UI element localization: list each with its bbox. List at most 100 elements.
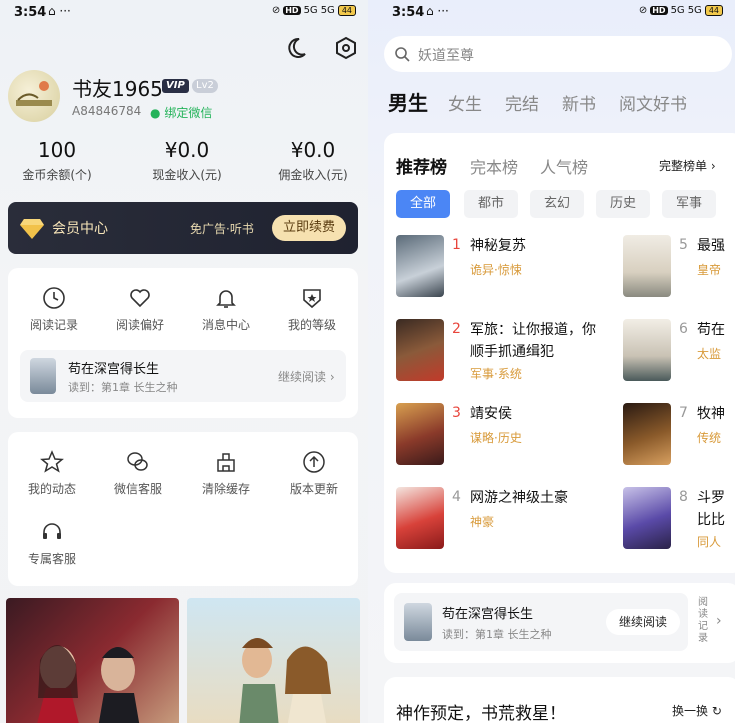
rank-item[interactable]: 6 苟在 太监 [623, 319, 735, 389]
book-cover [396, 403, 444, 465]
diamond-icon [20, 219, 44, 239]
tab-female[interactable]: 女生 [448, 90, 482, 115]
continue-reading-bar[interactable]: 苟在深宫得长生 读到：第1章 长生之种 继续阅读 › [20, 350, 346, 402]
wechat-service-label: 微信客服 [113, 482, 162, 496]
continue-reading-button[interactable]: 继续阅读 › [278, 368, 335, 385]
version-update-item[interactable]: 版本更新 [274, 450, 354, 497]
exclusive-service-label: 专属客服 [27, 552, 76, 566]
chip-fantasy[interactable]: 玄幻 [530, 190, 585, 218]
commission-income[interactable]: ¥0.0 佣金收入(元) [258, 138, 368, 183]
reading-preference-label: 阅读偏好 [115, 318, 164, 332]
renew-button[interactable]: 立即续费 [272, 215, 346, 241]
book-cover [623, 487, 671, 549]
tools-menu-card: 我的动态 微信客服 清除缓存 版本更新 专属客服 [8, 432, 358, 586]
rank-item[interactable]: 2 军旅：让你报道，你顺手抓通缉犯 军事·系统 [396, 319, 606, 389]
continue-book-title: 苟在深宫得长生 [68, 362, 160, 377]
book-tag: 皇帝 [697, 263, 722, 277]
mute-icon: ⊘ [271, 5, 281, 16]
rank-tab-complete[interactable]: 完本榜 [470, 154, 518, 178]
signal-icon: 5G [670, 5, 685, 16]
hd-badge: HD [283, 6, 301, 15]
message-center-label: 消息中心 [201, 318, 250, 332]
mute-icon: ⊘ [638, 5, 648, 16]
book-title: 网游之神级土豪 [470, 490, 568, 506]
bell-icon [216, 290, 236, 308]
night-mode-icon[interactable] [284, 36, 308, 60]
rank-item[interactable]: 5 最强 皇帝 [623, 235, 735, 305]
my-activity-item[interactable]: 我的动态 [12, 450, 92, 497]
status-icons: ⊘ HD 5G 5G 44 [272, 5, 356, 16]
banner-vintage[interactable] [187, 598, 360, 723]
avatar[interactable] [8, 70, 60, 122]
clear-cache-item[interactable]: 清除缓存 [186, 450, 266, 497]
screen: 3:54 ⌂ ··· ⊘ HD 5G 5G 44 书友1965 VIP Lv2 … [0, 0, 735, 723]
refresh-label: 换一换 [672, 704, 709, 718]
rank-item[interactable]: 8 斗罗 比比 同人 [623, 487, 735, 557]
book-tag: 诡异·惊悚 [470, 263, 522, 277]
chip-history[interactable]: 历史 [596, 190, 651, 218]
rank-tab-popular[interactable]: 人气榜 [540, 154, 588, 178]
search-placeholder: 妖道至尊 [418, 48, 474, 64]
book-title: 军旅：让你报道，你顺手抓通缉犯 [470, 322, 596, 360]
tab-new[interactable]: 新书 [562, 90, 596, 115]
book-title: 牧神 [697, 406, 725, 422]
rank-item[interactable]: 3 靖安侯 谋略·历史 [396, 403, 606, 473]
rank-item[interactable]: 4 网游之神级土豪 神豪 [396, 487, 606, 557]
rank-number: 7 [679, 405, 688, 421]
status-extra: ⌂ ··· [426, 4, 449, 18]
reading-preference-item[interactable]: 阅读偏好 [100, 286, 180, 333]
user-id: A84846784 [72, 104, 142, 118]
banner-romance[interactable] [6, 598, 179, 723]
bind-wechat-link[interactable]: ● 绑定微信 [150, 104, 212, 121]
continue-book-progress: 读到：第1章 长生之种 [442, 628, 552, 641]
rank-item[interactable]: 7 牧神 传统 [623, 403, 735, 473]
message-center-item[interactable]: 消息中心 [186, 286, 266, 333]
continue-reading-button[interactable]: 继续阅读 [606, 609, 680, 635]
level-icon [303, 289, 321, 309]
chip-urban[interactable]: 都市 [464, 190, 519, 218]
book-title: 靖安侯 [470, 406, 512, 422]
exclusive-service-item[interactable]: 专属客服 [12, 520, 92, 567]
reading-history-link[interactable]: 阅读记录 [698, 597, 712, 645]
rank-number: 5 [679, 237, 688, 253]
continue-book-progress: 读到：第1章 长生之种 [68, 381, 178, 394]
full-rank-link[interactable]: 完整榜单 › [659, 157, 716, 174]
tab-male[interactable]: 男生 [388, 87, 428, 116]
chevron-right-icon: › [329, 370, 335, 384]
book-cover [396, 319, 444, 381]
chip-military[interactable]: 军事 [662, 190, 717, 218]
book-tag: 太监 [697, 347, 722, 361]
book-tag: 谋略·历史 [470, 431, 522, 445]
settings-icon[interactable] [334, 36, 358, 60]
upload-icon [303, 451, 325, 473]
tab-good-books[interactable]: 阅文好书 [619, 90, 687, 115]
clear-cache-label: 清除缓存 [201, 482, 250, 496]
continue-reading-bar[interactable]: 苟在深宫得长生 读到：第1章 长生之种 继续阅读 [394, 593, 688, 651]
chip-all[interactable]: 全部 [396, 190, 451, 218]
refresh-icon: ↻ [711, 704, 722, 718]
reading-menu-card: 阅读记录 阅读偏好 消息中心 我的等级 苟在深宫得长生 读到：第1章 长生之种 … [8, 268, 358, 418]
my-level-item[interactable]: 我的等级 [272, 286, 352, 333]
wechat-service-item[interactable]: 微信客服 [98, 450, 178, 497]
continue-reading-card: 苟在深宫得长生 读到：第1章 长生之种 继续阅读 阅读记录 › [384, 583, 735, 663]
reading-history-label: 阅读记录 [29, 318, 78, 332]
refresh-button[interactable]: 换一换 ↻ [672, 702, 722, 719]
reading-history-item[interactable]: 阅读记录 [14, 286, 94, 333]
rank-number: 2 [452, 321, 461, 337]
book-tag: 同人 [697, 535, 722, 549]
version-update-label: 版本更新 [289, 482, 338, 496]
rank-item[interactable]: 1 神秘复苏 诡异·惊悚 [396, 235, 606, 305]
cash-income[interactable]: ¥0.0 现金收入(元) [132, 138, 242, 183]
user-name: 书友1965 [72, 77, 163, 101]
coin-balance[interactable]: 100 金币余额(个) [2, 138, 112, 183]
wechat-icon [127, 452, 148, 471]
bind-wechat-label: 绑定微信 [164, 106, 213, 120]
battery-icon: 44 [704, 5, 723, 16]
vip-center-bar[interactable]: 会员中心 免广告·听书 立即续费 [8, 202, 358, 254]
search-icon [395, 47, 410, 62]
search-bar[interactable]: 妖道至尊 [384, 36, 732, 72]
status-time: 3:54 [14, 5, 47, 20]
rank-tab-recommend[interactable]: 推荐榜 [396, 153, 447, 178]
tab-completed[interactable]: 完结 [505, 90, 539, 115]
status-bar: 3:54 ⌂ ··· ⊘ HD 5G 5G 44 [368, 0, 735, 26]
